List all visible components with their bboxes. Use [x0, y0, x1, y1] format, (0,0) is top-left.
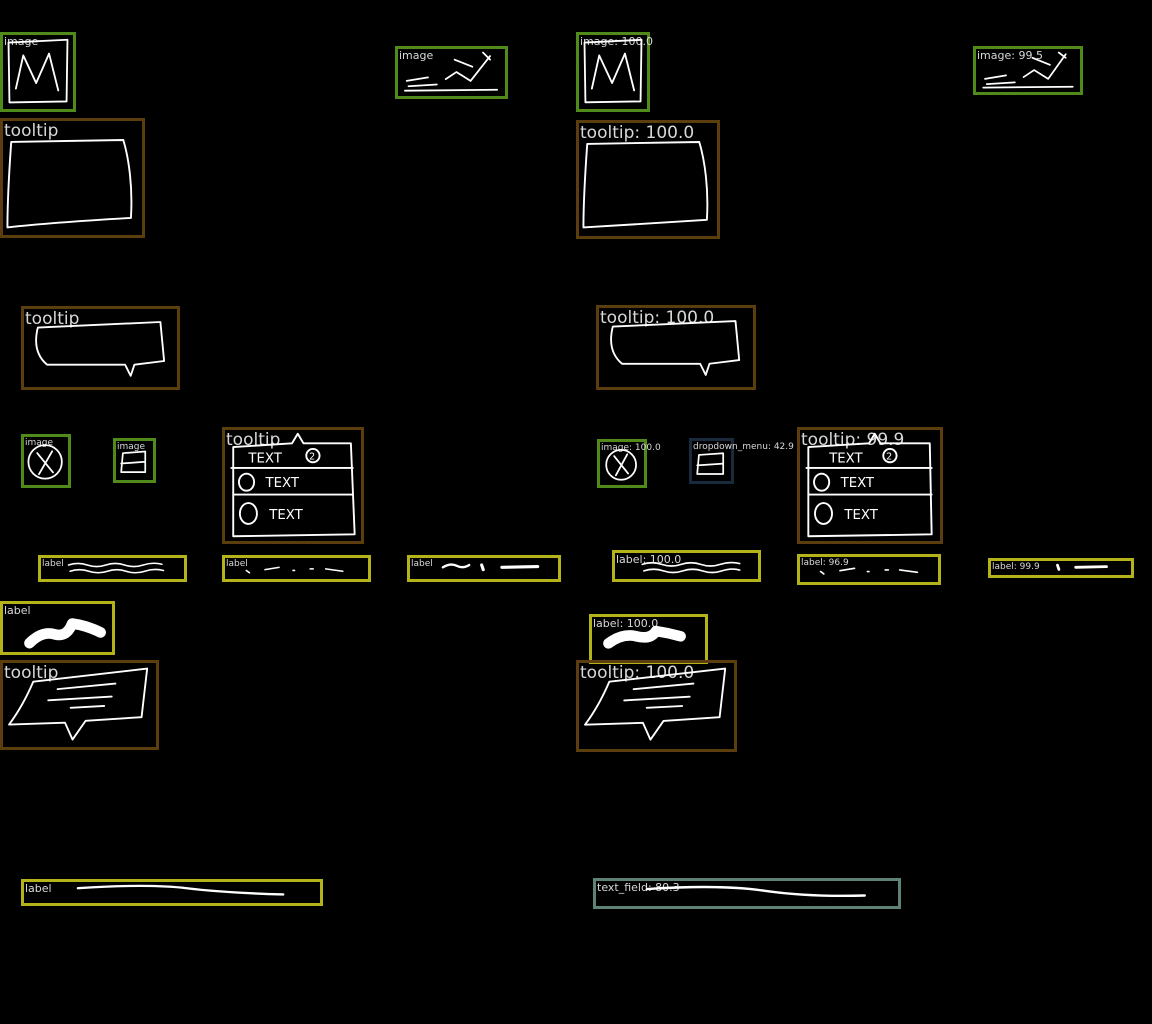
label-box-thick: label: 100.0 — [589, 614, 708, 664]
text-field-box-long: text_field: 80.3 — [593, 878, 901, 909]
label-box-scribble: label: 99.9 — [988, 558, 1134, 578]
label-box-scribble: label — [407, 555, 561, 582]
image-box-close: image — [21, 434, 71, 488]
label-box-dotted: label: 96.9 — [797, 554, 941, 585]
sketch-text: TEXT — [247, 451, 282, 466]
label-box-thick: label — [0, 601, 115, 655]
sketch-text: TEXT — [268, 508, 303, 523]
sketch-landscape-icon — [404, 51, 499, 92]
tooltip-box-rectangle: tooltip: 100.0 — [576, 120, 720, 239]
sketch-text: TEXT — [840, 476, 875, 491]
sketch-scribble-line-icon — [1056, 563, 1108, 571]
tooltip-box-list: tooltip: 99.9 TEXT 2 TEXT TEXT — [797, 427, 943, 544]
sketch-wavy-line-icon — [67, 562, 165, 574]
dropdown-menu-box-window: dropdown_menu: 42.9 — [689, 438, 794, 484]
sketch-circle-x-icon — [605, 449, 637, 481]
sketch-speech-bubble-icon — [35, 321, 166, 377]
sketch-dotted-line-icon — [245, 566, 344, 574]
label-box-wavy: label — [38, 555, 187, 582]
sketch-circle-x-icon — [27, 444, 63, 480]
sketch-landscape-icon — [982, 51, 1074, 89]
tooltip-box-speech: tooltip: 100.0 — [596, 305, 756, 390]
image-box-m: image: 100.0 — [576, 32, 653, 112]
image-box-landscape: image: 99.5 — [973, 46, 1083, 95]
prediction-panel: image: 100.0 image: 99.5 tooltip: 100.0 … — [576, 0, 1152, 1024]
tooltip-box-speech: tooltip — [21, 306, 180, 390]
image-box-m: image — [0, 32, 76, 112]
sketch-dotted-line-icon — [819, 567, 919, 575]
image-box-close: image: 100.0 — [597, 439, 661, 488]
ground-truth-panel: image image tooltip tooltip image image … — [0, 0, 576, 1024]
sketch-thick-stroke-icon — [603, 625, 686, 649]
sketch-list-bubble-icon: TEXT 2 TEXT TEXT — [805, 432, 933, 538]
tooltip-box-callout: tooltip — [0, 660, 159, 750]
label-box-wavy: label: 100.0 — [612, 550, 761, 582]
sketch-wavy-line-icon — [641, 561, 741, 574]
sketch-badge: 2 — [886, 451, 892, 462]
sketch-text: TEXT — [264, 476, 299, 491]
sketch-thick-stroke-icon — [24, 618, 106, 649]
sketch-text: TEXT — [843, 508, 878, 523]
sketch-long-line-icon — [645, 885, 866, 898]
tooltip-box-rectangle: tooltip — [0, 118, 145, 238]
sketch-letter-m-icon — [583, 38, 643, 104]
sketch-callout-bubble-icon — [8, 667, 149, 741]
tooltip-box-callout: tooltip: 100.0 — [576, 660, 737, 752]
image-box-window: image — [113, 438, 156, 483]
tooltip-box-list: tooltip TEXT 2 TEXT TEXT — [222, 427, 364, 544]
sketch-long-line-icon — [76, 884, 285, 896]
sketch-window-icon — [120, 450, 147, 473]
sketch-list-bubble-icon: TEXT 2 TEXT TEXT — [230, 432, 356, 538]
label-box-long: label — [21, 879, 323, 906]
sketch-callout-bubble-icon — [584, 667, 727, 741]
sketch-letter-m-icon — [7, 38, 69, 104]
sketch-speech-bubble-icon — [610, 320, 741, 376]
sketch-bubble-icon — [6, 139, 133, 229]
sketch-scribble-line-icon — [441, 563, 540, 572]
sketch-window-icon — [696, 452, 725, 475]
image-box-landscape: image — [395, 46, 508, 99]
sketch-badge: 2 — [309, 451, 315, 462]
label-box-dotted: label — [222, 555, 371, 582]
sketch-text: TEXT — [828, 451, 863, 466]
sketch-bubble-icon — [582, 141, 709, 229]
